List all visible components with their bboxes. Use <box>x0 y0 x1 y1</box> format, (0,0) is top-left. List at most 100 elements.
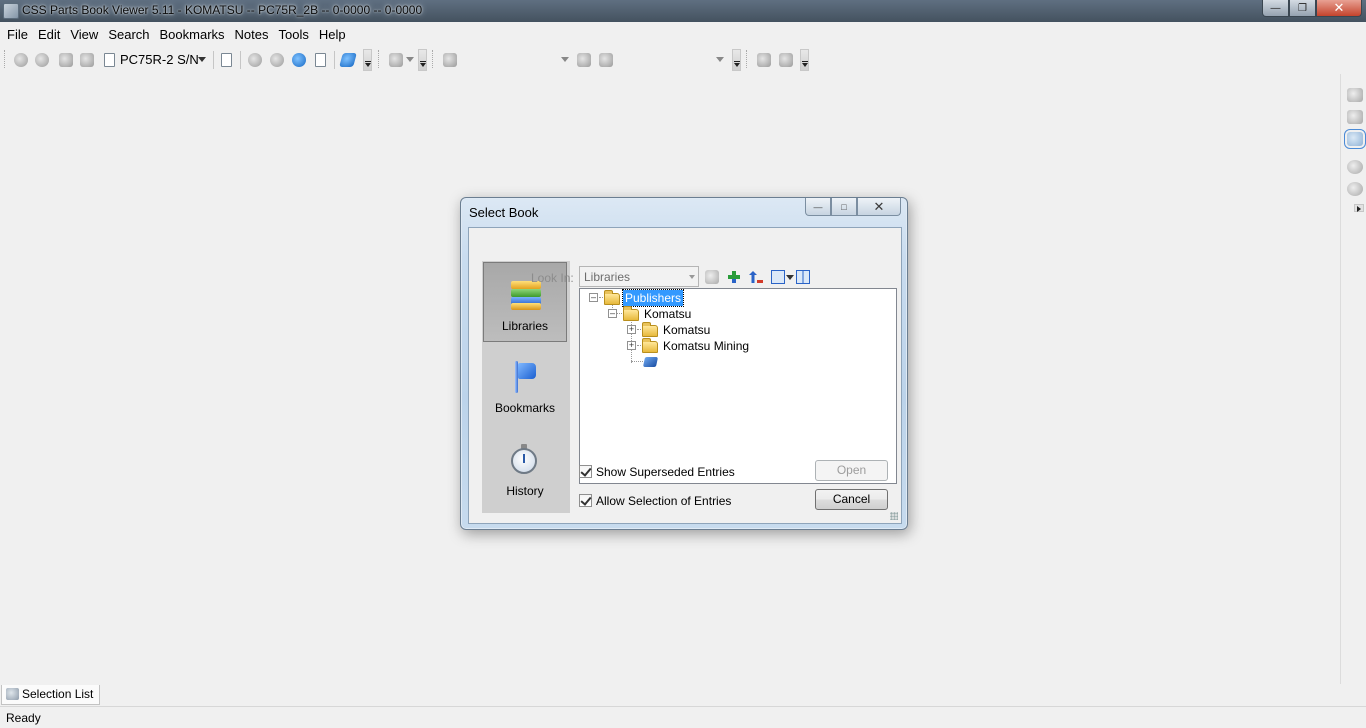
refresh-icon[interactable] <box>705 270 719 284</box>
print-icon[interactable] <box>80 53 94 67</box>
dock-expand-icon[interactable] <box>1354 204 1364 212</box>
window-title: CSS Parts Book Viewer 5.11 - KOMATSU -- … <box>22 3 423 17</box>
allow-selection-label: Allow Selection of Entries <box>596 494 732 508</box>
tree-book-icon[interactable] <box>642 357 659 367</box>
home-icon[interactable] <box>59 53 73 67</box>
dock-cart-edit-icon[interactable] <box>1347 110 1363 124</box>
toolbar-overflow-2[interactable] <box>418 49 427 71</box>
cart-remove-icon[interactable] <box>599 53 613 67</box>
view-menu-icon[interactable] <box>771 270 785 284</box>
toolbar-overflow-1[interactable] <box>363 49 372 71</box>
show-superseded-label: Show Superseded Entries <box>596 465 735 479</box>
search-tool-icon[interactable] <box>443 53 457 67</box>
page-icon[interactable] <box>221 53 232 67</box>
back-icon[interactable] <box>14 53 28 67</box>
menu-notes[interactable]: Notes <box>230 24 274 45</box>
flag-icon <box>513 361 537 393</box>
next-icon[interactable] <box>292 53 306 67</box>
note-icon[interactable] <box>389 53 403 67</box>
minimize-button[interactable]: — <box>1262 0 1289 17</box>
cart-icon <box>6 688 19 700</box>
tree-node-komatsu-mining[interactable]: Komatsu Mining <box>661 338 751 354</box>
panel-toggle-icon[interactable] <box>796 270 810 284</box>
place-history-label: History <box>506 484 544 498</box>
show-superseded-checkbox[interactable] <box>579 465 592 478</box>
place-bookmarks[interactable]: Bookmarks <box>483 345 567 425</box>
right-dock <box>1340 74 1366 684</box>
add-folder-icon[interactable] <box>727 270 741 284</box>
cart-add-icon[interactable] <box>577 53 591 67</box>
places-bar: Libraries Bookmarks History <box>482 261 570 513</box>
tree-collapse-publishers[interactable]: – <box>589 293 598 302</box>
view-menu-dropdown-icon[interactable] <box>786 275 794 280</box>
resize-grip[interactable] <box>890 512 898 520</box>
main-toolbar <box>0 47 1366 73</box>
tree-node-komatsu[interactable]: Komatsu <box>642 306 693 322</box>
tool-icon-a[interactable] <box>757 53 771 67</box>
up-arrow-icon[interactable] <box>248 53 262 67</box>
close-button[interactable]: ✕ <box>1316 0 1362 17</box>
dock-cart-active-icon[interactable] <box>1344 129 1366 149</box>
note-dropdown-icon[interactable] <box>406 57 414 62</box>
tree-node-komatsu-sub[interactable]: Komatsu <box>661 322 712 338</box>
menu-file[interactable]: File <box>2 24 33 45</box>
menu-view[interactable]: View <box>65 24 103 45</box>
search-combo-dropdown-icon[interactable] <box>561 57 569 62</box>
look-in-combo[interactable]: Libraries <box>579 266 699 287</box>
folder-icon <box>623 306 639 321</box>
forward-icon[interactable] <box>35 53 49 67</box>
maximize-button[interactable]: ❐ <box>1289 0 1316 17</box>
menu-edit[interactable]: Edit <box>33 24 65 45</box>
toolbar-grip[interactable] <box>4 50 7 68</box>
book-page-icon <box>104 53 115 67</box>
dialog-minimize-button[interactable]: — <box>805 198 831 216</box>
place-history[interactable]: History <box>483 428 567 508</box>
books-icon <box>511 281 541 311</box>
place-bookmarks-label: Bookmarks <box>494 401 556 415</box>
document-icon[interactable] <box>315 53 326 67</box>
open-button[interactable]: Open <box>815 460 888 481</box>
dock-globe-search-icon[interactable] <box>1347 182 1363 196</box>
tree-expand-komatsu-sub[interactable]: + <box>627 325 636 334</box>
serial-combo[interactable]: PC75R-2 S/N <box>120 52 199 67</box>
tool-icon-b[interactable] <box>779 53 793 67</box>
menu-bar: File Edit View Search Bookmarks Notes To… <box>0 24 1366 45</box>
toolbar-overflow-3[interactable] <box>732 49 741 71</box>
library-tree[interactable]: – Publishers – Komatsu + Komatsu + Komat… <box>579 288 897 484</box>
menu-tools[interactable]: Tools <box>274 24 314 45</box>
dialog-body: Libraries Bookmarks History Look In: Lib… <box>468 227 902 524</box>
previous-icon[interactable] <box>270 53 284 67</box>
book-icon[interactable] <box>339 53 357 67</box>
select-book-dialog: Select Book — □ ✕ Libraries Bookmarks Hi… <box>460 197 908 530</box>
cart-combo-dropdown-icon[interactable] <box>716 57 724 62</box>
tab-selection-list[interactable]: Selection List <box>1 685 101 705</box>
folder-icon <box>642 322 658 337</box>
place-libraries-label: Libraries <box>501 319 549 333</box>
up-folder-icon[interactable] <box>749 270 763 284</box>
status-text: Ready <box>6 711 41 725</box>
menu-bookmarks[interactable]: Bookmarks <box>155 24 230 45</box>
dock-globe-icon[interactable] <box>1347 160 1363 174</box>
chevron-down-icon <box>689 275 695 279</box>
bottom-tab-strip: Selection List <box>0 684 1366 706</box>
tree-collapse-komatsu[interactable]: – <box>608 309 617 318</box>
dock-cart-icon[interactable] <box>1347 88 1363 102</box>
folder-icon <box>604 290 620 305</box>
serial-dropdown-icon[interactable] <box>198 57 206 62</box>
window-controls: — ❐ ✕ <box>1262 0 1362 17</box>
tab-selection-list-label: Selection List <box>22 687 94 701</box>
title-bar: CSS Parts Book Viewer 5.11 - KOMATSU -- … <box>0 0 1366 22</box>
toolbar-overflow-4[interactable] <box>800 49 809 71</box>
look-in-label: Look In: <box>531 271 574 285</box>
allow-selection-checkbox[interactable] <box>579 494 592 507</box>
menu-help[interactable]: Help <box>314 24 351 45</box>
cancel-button[interactable]: Cancel <box>815 489 888 510</box>
dialog-maximize-button[interactable]: □ <box>831 198 857 216</box>
menu-search[interactable]: Search <box>103 24 154 45</box>
tree-expand-komatsu-mining[interactable]: + <box>627 341 636 350</box>
dialog-title: Select Book <box>469 205 539 220</box>
dialog-close-button[interactable]: ✕ <box>857 198 901 216</box>
tree-node-publishers[interactable]: Publishers <box>621 289 685 307</box>
status-bar: Ready <box>0 706 1366 728</box>
app-icon <box>3 3 19 19</box>
